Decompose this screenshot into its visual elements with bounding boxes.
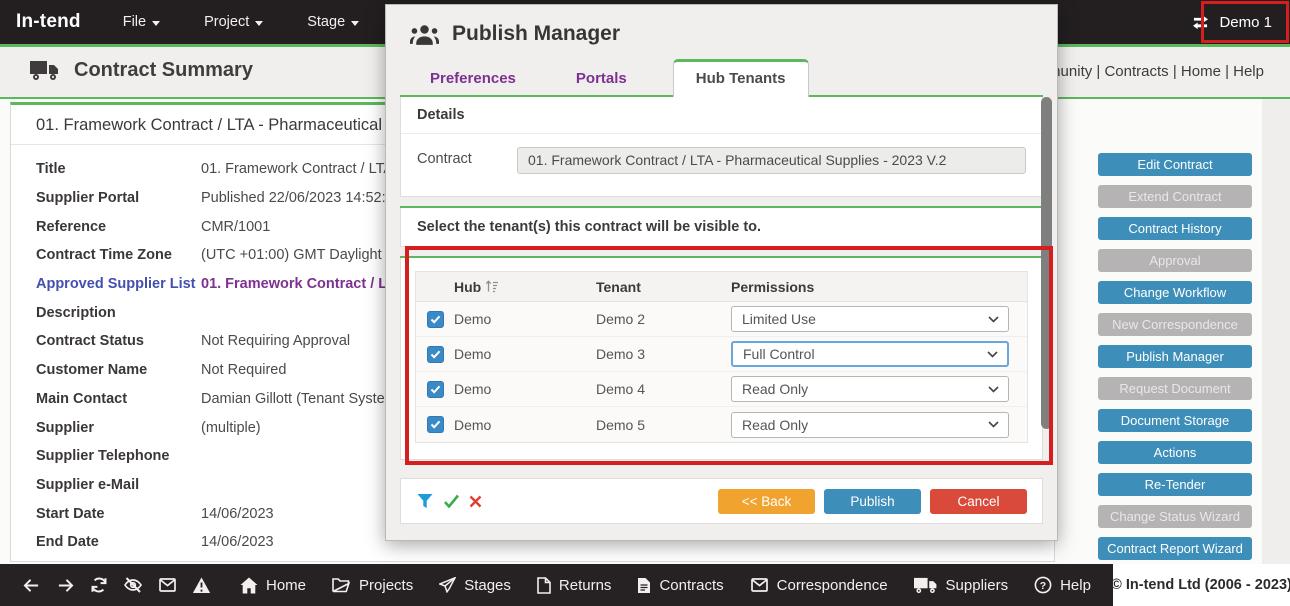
tab-preferences[interactable]: Preferences — [416, 62, 530, 95]
folder-icon — [332, 577, 351, 593]
re-tender-button[interactable]: Re-Tender — [1098, 473, 1252, 496]
change-workflow-button[interactable]: Change Workflow — [1098, 281, 1252, 304]
cancel-button[interactable]: Cancel — [930, 489, 1027, 514]
nav-contracts[interactable]: Contracts — [637, 577, 723, 594]
nav-help[interactable]: ? Help — [1034, 576, 1091, 594]
contract-report-wizard-button[interactable]: Contract Report Wizard — [1098, 537, 1252, 560]
contract-field-label: Contract — [417, 147, 517, 174]
eye-slash-icon[interactable] — [116, 576, 150, 594]
column-permissions: Permissions — [731, 279, 1027, 295]
tab-hub-tenants[interactable]: Hub Tenants — [673, 59, 809, 97]
extend-contract-button: Extend Contract — [1098, 185, 1252, 208]
truck-icon — [30, 60, 60, 81]
column-hub: Hub — [454, 279, 481, 295]
publish-manager-dialog: Publish Manager Preferences Portals Hub … — [385, 4, 1058, 541]
tenant-switcher[interactable]: Demo 1 — [1181, 5, 1282, 39]
file-contract-icon — [637, 577, 651, 594]
details-heading: Details — [401, 97, 1042, 134]
svg-text:?: ? — [1040, 580, 1046, 592]
action-sidebar: Edit Contract Extend Contract Contract H… — [1098, 153, 1252, 560]
swap-arrows-icon — [1191, 15, 1210, 30]
details-panel: Details Contract 01. Framework Contract … — [400, 97, 1043, 197]
permission-select[interactable]: Read Only — [731, 412, 1009, 438]
tenant-row: Demo Demo 2 Limited Use — [416, 302, 1027, 337]
tenant-select-header-panel: Select the tenant(s) this contract will … — [400, 208, 1043, 247]
forward-arrow-icon[interactable] — [48, 577, 82, 594]
tenant-table-header: Hub Tenant Permissions — [416, 272, 1027, 302]
tenant-checkbox-checked[interactable] — [427, 346, 444, 363]
page-gutter — [1262, 99, 1290, 564]
home-icon — [240, 577, 258, 594]
envelope-icon — [750, 577, 769, 593]
chevron-down-icon — [988, 386, 999, 393]
approval-button: Approval — [1098, 249, 1252, 272]
help-icon: ? — [1034, 576, 1052, 594]
actions-button[interactable]: Actions — [1098, 441, 1252, 464]
back-arrow-icon[interactable] — [14, 577, 48, 594]
tab-portals[interactable]: Portals — [562, 62, 641, 95]
dialog-scrollbar[interactable] — [1041, 97, 1052, 429]
caret-down-icon — [255, 21, 263, 26]
truck-icon — [914, 577, 938, 594]
contract-field[interactable]: 01. Framework Contract / LTA - Pharmaceu… — [517, 147, 1026, 174]
dialog-tabs: Preferences Portals Hub Tenants — [416, 58, 1057, 95]
permission-select-focused[interactable]: Full Control — [731, 341, 1009, 367]
publish-button[interactable]: Publish — [824, 489, 921, 514]
back-button[interactable]: << Back — [718, 489, 815, 514]
nav-home[interactable]: Home — [240, 577, 306, 594]
sort-icon[interactable] — [485, 280, 499, 293]
document-storage-button[interactable]: Document Storage — [1098, 409, 1252, 432]
tenant-table-panel: Hub Tenant Permissions Demo Demo 2 Limit… — [400, 258, 1043, 460]
users-icon — [410, 23, 439, 46]
confirm-check-icon[interactable] — [443, 494, 460, 508]
warning-icon[interactable] — [184, 577, 218, 594]
nav-returns[interactable]: Returns — [537, 577, 612, 594]
bottom-toolbar: Home Projects Stages Returns Contracts C… — [0, 564, 1113, 606]
permission-select[interactable]: Read Only — [731, 376, 1009, 402]
chevron-down-icon — [988, 421, 999, 428]
mail-icon[interactable] — [150, 577, 184, 593]
tenant-checkbox-checked[interactable] — [427, 416, 444, 433]
tenant-table: Hub Tenant Permissions Demo Demo 2 Limit… — [415, 271, 1028, 443]
contract-history-button[interactable]: Contract History — [1098, 217, 1252, 240]
permission-select[interactable]: Limited Use — [731, 306, 1009, 332]
menu-stage[interactable]: Stage — [307, 14, 359, 30]
nav-stages[interactable]: Stages — [439, 577, 511, 594]
nav-correspondence[interactable]: Correspondence — [750, 577, 888, 594]
chevron-down-icon — [988, 316, 999, 323]
nav-projects[interactable]: Projects — [332, 577, 413, 594]
page-title: Contract Summary — [74, 59, 253, 82]
menu-file[interactable]: File — [123, 14, 160, 30]
file-icon — [537, 577, 551, 594]
tenant-checkbox-checked[interactable] — [427, 381, 444, 398]
publish-manager-button[interactable]: Publish Manager — [1098, 345, 1252, 368]
filter-icon[interactable] — [416, 493, 434, 510]
edit-contract-button[interactable]: Edit Contract — [1098, 153, 1252, 176]
caret-down-icon — [152, 21, 160, 26]
app-brand: In-tend — [16, 11, 81, 33]
tenant-select-instruction: Select the tenant(s) this contract will … — [401, 208, 1042, 246]
dialog-footer: << Back Publish Cancel — [400, 478, 1043, 524]
refresh-icon[interactable] — [82, 576, 116, 594]
tenant-row: Demo Demo 3 Full Control — [416, 337, 1027, 372]
request-document-button: Request Document — [1098, 377, 1252, 400]
column-tenant: Tenant — [596, 279, 731, 295]
tenant-name: Demo 1 — [1219, 14, 1272, 31]
tenant-checkbox-checked[interactable] — [427, 311, 444, 328]
clear-x-icon[interactable] — [469, 495, 482, 508]
paper-plane-icon — [439, 577, 456, 593]
change-status-wizard-button: Change Status Wizard — [1098, 505, 1252, 528]
tenant-row: Demo Demo 4 Read Only — [416, 372, 1027, 407]
new-correspondence-button: New Correspondence — [1098, 313, 1252, 336]
app-window: In-tend File Project Stage Contracts Dem… — [0, 0, 1290, 606]
caret-down-icon — [351, 21, 359, 26]
copyright-text: © In-tend Ltd (2006 - 2023) — [1113, 564, 1290, 606]
tenant-row: Demo Demo 5 Read Only — [416, 407, 1027, 442]
dialog-title: Publish Manager — [452, 22, 620, 46]
nav-suppliers[interactable]: Suppliers — [914, 577, 1009, 594]
menu-project[interactable]: Project — [204, 14, 263, 30]
chevron-down-icon — [987, 351, 998, 358]
